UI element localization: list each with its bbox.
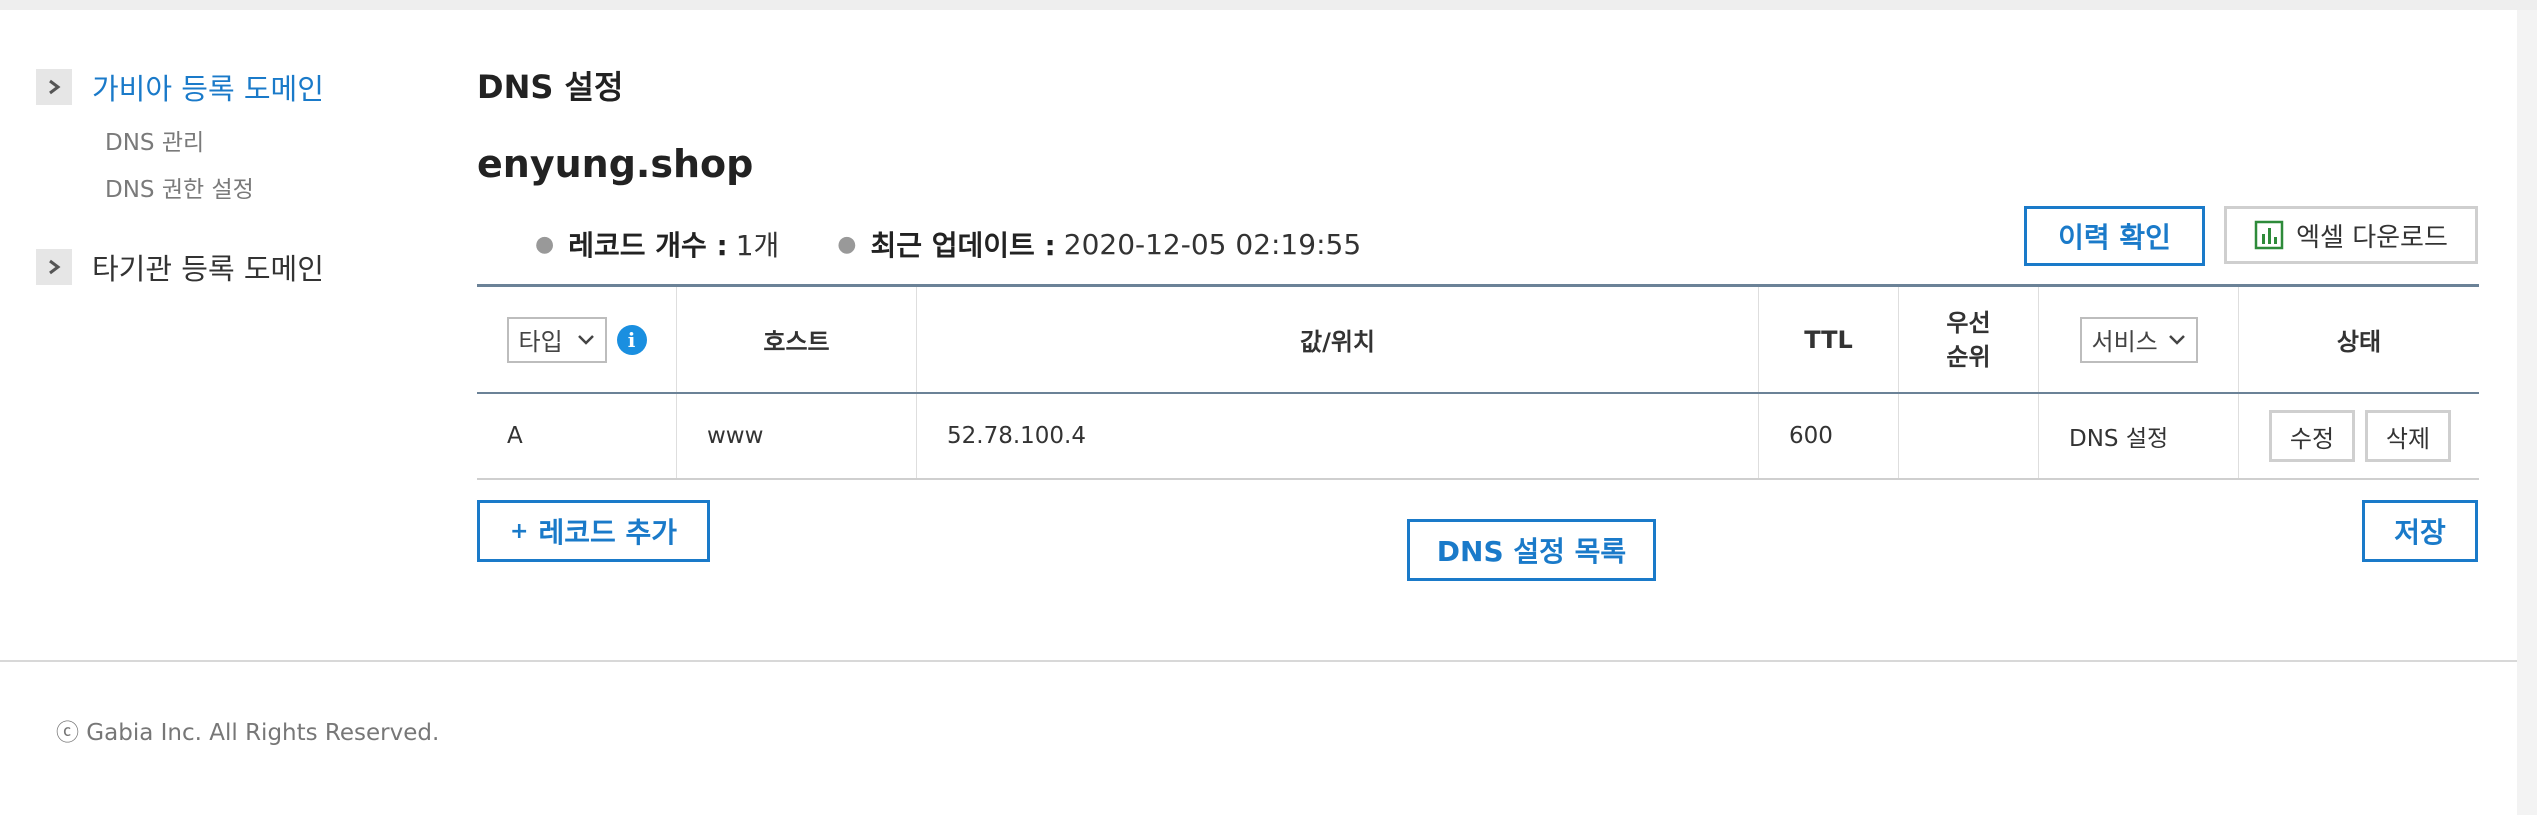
history-button[interactable]: 이력 확인 (2024, 206, 2205, 266)
sidebar-item-dns-manage[interactable]: DNS 관리 (105, 120, 416, 167)
header-priority-line2: 순위 (1946, 342, 1991, 371)
delete-button[interactable]: 삭제 (2365, 410, 2451, 462)
sidebar-item-dns-permission[interactable]: DNS 권한 설정 (105, 167, 416, 214)
save-button[interactable]: 저장 (2362, 500, 2478, 562)
domain-name: enyung.shop (477, 142, 754, 186)
sidebar-group-title[interactable]: 가비아 등록 도메인 (92, 66, 324, 108)
record-count-value: 1개 (735, 229, 780, 262)
header-priority: 우선 순위 (1899, 287, 2039, 392)
cell-actions: 수정 삭제 (2239, 394, 2479, 478)
updated-label: 최근 업데이트 : (870, 229, 1056, 262)
add-record-label: 레코드 추가 (538, 516, 677, 549)
bullet-icon: ● (535, 231, 555, 257)
header-ttl: TTL (1759, 287, 1899, 392)
sidebar-group-gabia[interactable]: 가비아 등록 도메인 (36, 66, 416, 108)
dns-list-button[interactable]: DNS 설정 목록 (1407, 519, 1656, 581)
updated-value: 2020-12-05 02:19:55 (1063, 227, 1362, 261)
dns-record-table: 타입 i 호스트 값/위치 TTL 우선 순위 서비스 상태 A www 52.… (477, 284, 2479, 480)
excel-chart-icon (2254, 220, 2284, 250)
plus-icon: + (510, 518, 529, 544)
cell-value: 52.78.100.4 (917, 394, 1759, 478)
service-filter-label: 서비스 (2091, 328, 2158, 356)
table-row: A www 52.78.100.4 600 DNS 설정 수정 삭제 (477, 394, 2479, 480)
cell-service: DNS 설정 (2039, 394, 2239, 478)
sidebar-group-title[interactable]: 타기관 등록 도메인 (92, 246, 324, 288)
header-priority-line1: 우선 (1946, 308, 1991, 337)
table-header: 타입 i 호스트 값/위치 TTL 우선 순위 서비스 상태 (477, 287, 2479, 394)
scrollbar-track[interactable] (2517, 10, 2537, 815)
header-value: 값/위치 (917, 287, 1759, 392)
footer-divider (0, 660, 2517, 662)
footer-copyright: ⓒ Gabia Inc. All Rights Reserved. (56, 720, 440, 746)
add-record-button[interactable]: + 레코드 추가 (477, 500, 710, 562)
header-status: 상태 (2336, 328, 2382, 356)
edit-button[interactable]: 수정 (2269, 410, 2355, 462)
info-icon[interactable]: i (616, 324, 647, 355)
record-count-label: 레코드 개수 : (568, 229, 728, 262)
chevron-down-icon (577, 334, 594, 345)
service-filter-select[interactable]: 서비스 (2079, 316, 2198, 363)
header-host: 호스트 (677, 287, 917, 392)
type-filter-select[interactable]: 타입 (506, 316, 607, 363)
cell-ttl: 600 (1759, 394, 1899, 478)
excel-download-label: 엑셀 다운로드 (2296, 222, 2448, 253)
sidebar: 가비아 등록 도메인 DNS 관리 DNS 권한 설정 타기관 등록 도메인 (36, 66, 416, 288)
cell-host: www (677, 394, 917, 478)
cell-type: A (477, 394, 677, 478)
record-meta: ● 레코드 개수 : 1개 ● 최근 업데이트 : 2020-12-05 02:… (535, 224, 1361, 264)
header-type: 타입 i (477, 287, 677, 392)
top-bar (0, 0, 2537, 10)
cell-priority (1899, 394, 2039, 478)
chevron-right-icon[interactable] (36, 249, 72, 285)
sidebar-group-other[interactable]: 타기관 등록 도메인 (36, 246, 416, 288)
type-filter-label: 타입 (518, 328, 563, 356)
excel-download-button[interactable]: 엑셀 다운로드 (2224, 206, 2478, 264)
sidebar-subitems: DNS 관리 DNS 권한 설정 (36, 120, 416, 214)
updated-meta: ● 최근 업데이트 : 2020-12-05 02:19:55 (837, 224, 1361, 264)
header-service: 서비스 (2039, 287, 2239, 392)
chevron-right-icon[interactable] (36, 69, 72, 105)
chevron-down-icon (2168, 334, 2185, 345)
page-title: DNS 설정 (477, 68, 624, 106)
bullet-icon: ● (837, 231, 857, 257)
